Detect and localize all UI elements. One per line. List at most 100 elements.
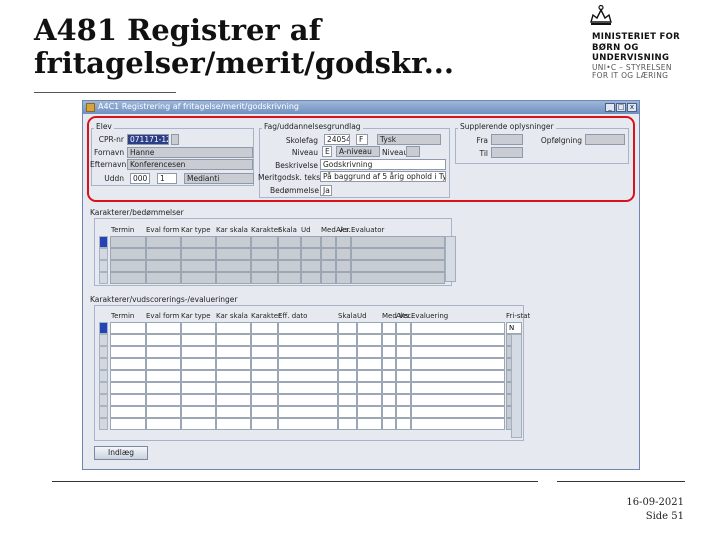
table-cell[interactable]	[251, 406, 278, 418]
table-cell[interactable]	[396, 406, 411, 418]
table-cell[interactable]	[382, 346, 396, 358]
table-cell[interactable]	[146, 406, 181, 418]
table-cell[interactable]	[338, 334, 357, 346]
table-cell[interactable]	[216, 406, 251, 418]
table-cell[interactable]	[181, 346, 216, 358]
table-cell[interactable]	[181, 322, 216, 334]
table-cell[interactable]	[278, 406, 338, 418]
indlaeg-button[interactable]: Indlæg	[94, 446, 148, 460]
table-cell[interactable]	[382, 382, 396, 394]
table-cell[interactable]	[278, 382, 338, 394]
row-selector[interactable]	[99, 322, 108, 334]
table-cell[interactable]	[278, 358, 338, 370]
table-cell[interactable]	[146, 346, 181, 358]
table-cell[interactable]	[146, 358, 181, 370]
table-cell[interactable]	[181, 358, 216, 370]
table-cell[interactable]	[110, 382, 146, 394]
table-cell[interactable]	[278, 394, 338, 406]
table-cell[interactable]	[411, 346, 505, 358]
table-cell[interactable]	[278, 370, 338, 382]
table-cell[interactable]	[216, 334, 251, 346]
table-cell[interactable]	[357, 358, 382, 370]
table-cell[interactable]	[278, 322, 338, 334]
table-cell[interactable]	[216, 370, 251, 382]
table-cell[interactable]	[396, 346, 411, 358]
table-cell[interactable]	[396, 334, 411, 346]
table-cell[interactable]	[216, 346, 251, 358]
table-cell[interactable]	[278, 334, 338, 346]
table-cell[interactable]	[411, 322, 505, 334]
table-cell[interactable]	[146, 322, 181, 334]
table-cell[interactable]	[382, 370, 396, 382]
table-cell[interactable]	[146, 334, 181, 346]
table-cell[interactable]	[357, 322, 382, 334]
table-cell[interactable]	[396, 322, 411, 334]
table-cell[interactable]	[110, 322, 146, 334]
table-cell[interactable]	[396, 370, 411, 382]
close-button[interactable]: x	[627, 103, 637, 112]
table-cell[interactable]	[251, 358, 278, 370]
minimize-button[interactable]: _	[605, 103, 615, 112]
table-cell[interactable]	[411, 358, 505, 370]
table-cell[interactable]	[357, 370, 382, 382]
row-selector[interactable]	[99, 358, 108, 370]
table-cell[interactable]	[411, 406, 505, 418]
row-selector[interactable]	[99, 272, 108, 284]
table-cell[interactable]	[181, 418, 216, 430]
table-cell[interactable]	[110, 334, 146, 346]
table-cell[interactable]	[251, 322, 278, 334]
table-cell[interactable]	[216, 358, 251, 370]
table-cell[interactable]	[110, 394, 146, 406]
table-cell[interactable]	[411, 370, 505, 382]
table-cell[interactable]	[338, 406, 357, 418]
table-cell[interactable]	[411, 334, 505, 346]
table-cell[interactable]	[216, 382, 251, 394]
row-selector[interactable]	[99, 382, 108, 394]
row-selector[interactable]	[99, 346, 108, 358]
table-cell[interactable]	[146, 394, 181, 406]
table-cell[interactable]	[382, 334, 396, 346]
table-cell[interactable]	[411, 394, 505, 406]
table-cell[interactable]	[110, 346, 146, 358]
row-selector[interactable]	[99, 236, 108, 248]
table-cell[interactable]	[110, 358, 146, 370]
table-cell[interactable]	[181, 370, 216, 382]
table-cell[interactable]	[382, 322, 396, 334]
row-selector[interactable]	[99, 370, 108, 382]
table-cell[interactable]	[357, 418, 382, 430]
table-cell[interactable]	[251, 418, 278, 430]
table-cell[interactable]	[338, 382, 357, 394]
table-cell[interactable]	[146, 382, 181, 394]
table-cell[interactable]	[278, 346, 338, 358]
table-cell[interactable]	[396, 394, 411, 406]
table-cell[interactable]	[396, 418, 411, 430]
table-cell[interactable]	[338, 418, 357, 430]
table-cell[interactable]	[411, 382, 505, 394]
table-cell[interactable]	[146, 370, 181, 382]
section2-scrollbar[interactable]	[511, 334, 522, 438]
table-cell[interactable]	[110, 370, 146, 382]
row-selector[interactable]	[99, 406, 108, 418]
table-cell[interactable]	[357, 394, 382, 406]
table-cell[interactable]	[251, 382, 278, 394]
table-cell[interactable]	[251, 370, 278, 382]
table-cell[interactable]	[251, 334, 278, 346]
table-cell[interactable]	[110, 406, 146, 418]
table-cell[interactable]	[110, 418, 146, 430]
table-cell[interactable]	[357, 346, 382, 358]
table-cell[interactable]	[382, 406, 396, 418]
row-selector[interactable]	[99, 418, 108, 430]
table-cell[interactable]	[278, 418, 338, 430]
table-cell[interactable]	[251, 346, 278, 358]
table-cell[interactable]	[181, 334, 216, 346]
row-selector[interactable]	[99, 394, 108, 406]
row-selector[interactable]	[99, 334, 108, 346]
maximize-button[interactable]: □	[616, 103, 626, 112]
table-cell[interactable]	[338, 346, 357, 358]
table-cell[interactable]	[382, 394, 396, 406]
table-cell[interactable]	[382, 418, 396, 430]
table-cell[interactable]	[357, 406, 382, 418]
table-cell[interactable]	[251, 394, 278, 406]
table-cell[interactable]	[396, 358, 411, 370]
table-cell[interactable]	[357, 382, 382, 394]
